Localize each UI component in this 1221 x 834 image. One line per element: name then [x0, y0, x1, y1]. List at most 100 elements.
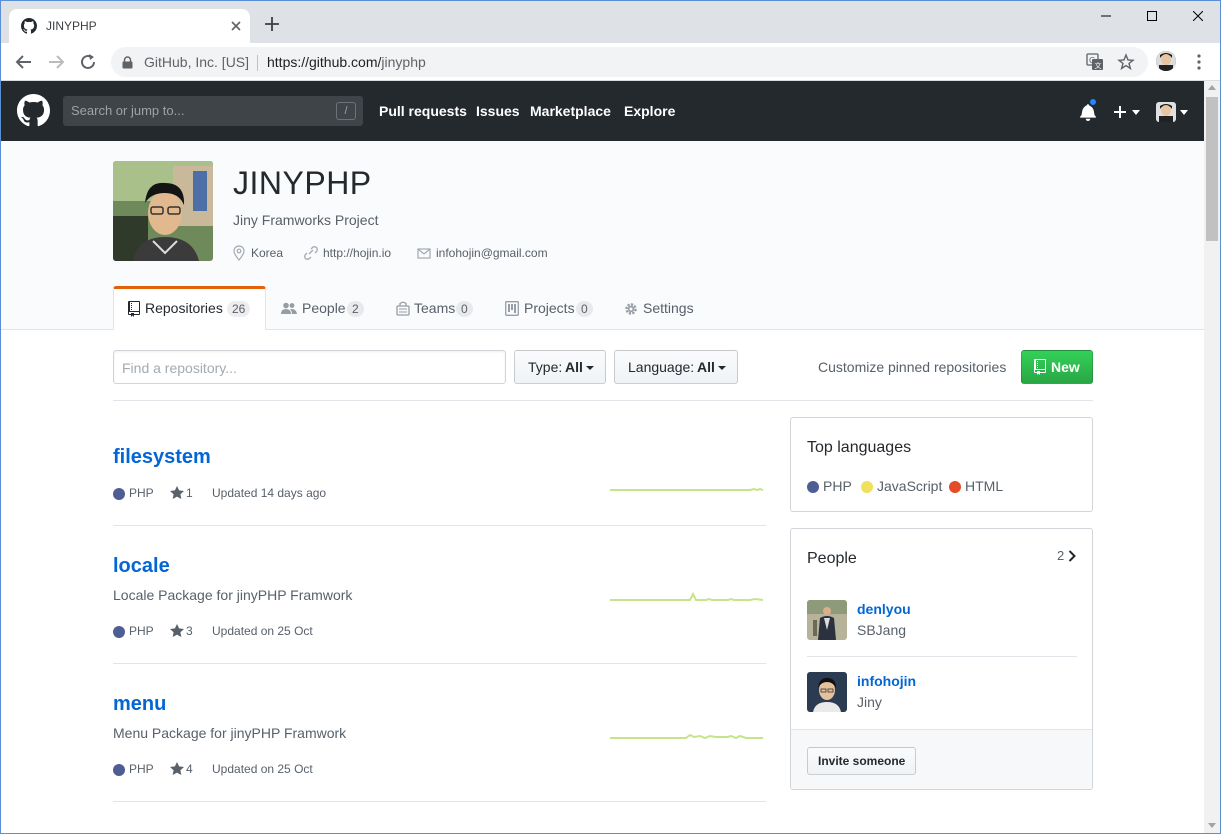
activity-sparkline — [610, 733, 763, 740]
repo-updated: Updated 14 days ago — [212, 486, 327, 500]
people-tab-count: 2 — [347, 301, 364, 317]
language-filter-button[interactable]: Language: All — [614, 350, 738, 384]
forward-arrow-icon[interactable] — [45, 51, 67, 73]
person-avatar[interactable] — [807, 672, 847, 712]
repo-updated: Updated on 25 Oct — [212, 762, 313, 776]
scroll-down-icon[interactable] — [1208, 823, 1216, 828]
tab-repositories[interactable]: Repositories 26 — [113, 286, 266, 330]
search-placeholder: Search or jump to... — [71, 103, 185, 118]
people-title[interactable]: People — [807, 550, 857, 568]
person-name: SBJang — [857, 622, 907, 638]
chrome-profile-avatar[interactable] — [1156, 51, 1176, 71]
tab-projects[interactable]: Projects 0 — [505, 286, 595, 330]
search-shortcut-key: / — [336, 102, 356, 120]
user-avatar[interactable] — [1156, 102, 1176, 122]
url-host: https://github.com/ — [267, 54, 382, 70]
nav-explore[interactable]: Explore — [624, 103, 675, 119]
type-filter-button[interactable]: Type: All — [514, 350, 606, 384]
language-name: PHP — [823, 478, 852, 494]
back-arrow-icon[interactable] — [13, 51, 35, 73]
language-color-dot — [113, 488, 125, 500]
repo-name-link[interactable]: locale — [113, 555, 170, 578]
new-button-label: New — [1051, 359, 1080, 375]
person-login[interactable]: denlyou — [857, 601, 911, 617]
chevron-right-icon[interactable] — [1068, 550, 1076, 562]
projects-icon — [505, 301, 519, 316]
repo-description: Locale Package for jinyPHP Framwork — [113, 587, 353, 603]
person-item[interactable]: infohojin Jiny — [807, 672, 1077, 732]
github-logo-icon[interactable] — [17, 94, 50, 127]
notification-indicator — [1088, 97, 1098, 107]
repo-description: Menu Package for jinyPHP Framwork — [113, 725, 347, 741]
scrollbar-thumb[interactable] — [1206, 97, 1218, 241]
star-icon[interactable] — [170, 623, 184, 639]
site-identity: GitHub, Inc. [US] — [144, 54, 250, 70]
new-repository-button[interactable]: New — [1021, 350, 1093, 384]
people-icon — [281, 302, 297, 314]
create-new-plus-icon[interactable] — [1113, 105, 1127, 119]
scroll-up-icon[interactable] — [1208, 85, 1216, 90]
tab-close-icon[interactable] — [227, 17, 245, 35]
repo-meta: PHP 3 Updated on 25 Oct — [113, 623, 513, 639]
org-location: Korea — [233, 245, 293, 261]
reload-icon[interactable] — [77, 51, 99, 73]
repo-language: PHP — [129, 624, 154, 638]
browser-toolbar: GitHub, Inc. [US] https://github.com/jin… — [1, 43, 1220, 81]
create-dropdown-caret-icon[interactable] — [1132, 110, 1140, 115]
repo-name-link[interactable]: filesystem — [113, 446, 211, 469]
chrome-menu-icon[interactable] — [1191, 53, 1207, 71]
language-filter-value: All — [697, 359, 715, 375]
find-repository-input[interactable]: Find a repository... — [113, 350, 506, 384]
top-languages-title: Top languages — [807, 439, 912, 456]
invite-someone-button[interactable]: Invite someone — [807, 747, 917, 775]
php-color-dot — [807, 481, 819, 493]
repo-stars[interactable]: 3 — [186, 624, 193, 638]
nav-pull-requests[interactable]: Pull requests — [379, 103, 467, 119]
star-icon[interactable] — [170, 485, 184, 501]
people-divider — [807, 656, 1077, 657]
close-icon — [1193, 11, 1203, 21]
browser-tab[interactable]: JINYPHP — [9, 9, 250, 43]
org-email-text: infohojin@gmail.com — [436, 246, 548, 260]
language-caret-icon — [718, 366, 726, 370]
repo-meta: PHP 1 Updated 14 days ago — [113, 485, 513, 501]
person-login[interactable]: infohojin — [857, 673, 916, 689]
repo-name-link[interactable]: menu — [113, 693, 166, 716]
tab-people-label: People — [302, 300, 346, 316]
translate-icon[interactable]: G文 — [1086, 53, 1104, 71]
denlyou-avatar-icon — [807, 600, 847, 640]
repo-stars[interactable]: 4 — [186, 762, 193, 776]
bookmark-star-icon[interactable] — [1117, 53, 1135, 71]
nav-marketplace[interactable]: Marketplace — [530, 103, 611, 119]
user-dropdown-caret-icon[interactable] — [1180, 110, 1188, 115]
language-name: JavaScript — [877, 478, 943, 494]
minimize-button[interactable] — [1083, 1, 1129, 31]
new-tab-icon[interactable] — [262, 14, 282, 34]
maximize-button[interactable] — [1129, 1, 1175, 31]
new-repo-icon — [1034, 359, 1046, 375]
address-separator — [257, 55, 258, 71]
tab-teams[interactable]: Teams 0 — [396, 286, 476, 330]
people-box-footer: Invite someone — [791, 729, 1092, 789]
tab-strip: JINYPHP — [1, 1, 1220, 43]
people-count[interactable]: 2 — [1057, 548, 1064, 563]
address-bar[interactable]: GitHub, Inc. [US] https://github.com/jin… — [111, 47, 1148, 77]
language-color-dot — [113, 764, 125, 776]
customize-pinned-link[interactable]: Customize pinned repositories — [818, 359, 1006, 375]
star-icon[interactable] — [170, 761, 184, 777]
tab-projects-label: Projects — [524, 300, 575, 316]
tab-settings[interactable]: Settings — [624, 286, 699, 330]
github-search-input[interactable]: Search or jump to... / — [63, 96, 363, 126]
browser-window: JINYPHP GitHub, Inc. [US] https://github… — [0, 0, 1221, 834]
type-filter-value: All — [565, 359, 583, 375]
close-window-button[interactable] — [1175, 1, 1220, 31]
org-email[interactable]: infohojin@gmail.com — [417, 245, 557, 261]
repo-stars[interactable]: 1 — [186, 486, 193, 500]
nav-issues[interactable]: Issues — [476, 103, 520, 119]
org-website[interactable]: http://hojin.io — [303, 245, 403, 261]
person-item[interactable]: denlyou SBJang — [807, 600, 1077, 660]
tab-people[interactable]: People 2 — [281, 286, 371, 330]
org-avatar-photo-icon — [113, 161, 213, 261]
person-avatar[interactable] — [807, 600, 847, 640]
url-path: jinyphp — [381, 54, 426, 70]
